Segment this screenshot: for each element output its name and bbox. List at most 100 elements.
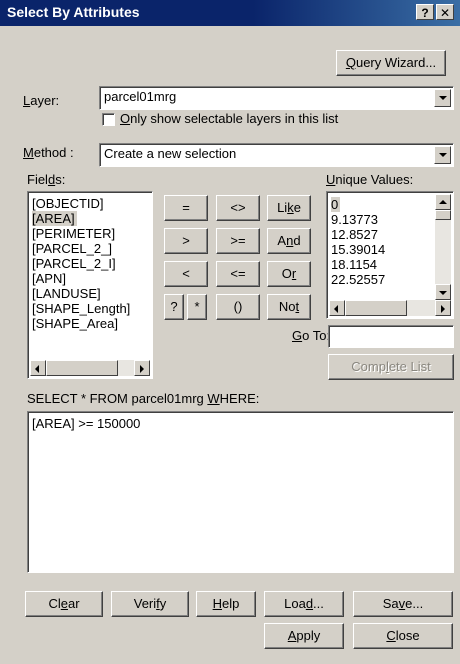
field-list-item[interactable]: [SHAPE_Area] <box>32 316 130 331</box>
query-wizard-label-post: uery Wizard... <box>355 55 437 70</box>
unique-value-item[interactable]: 15.39014 <box>331 242 385 257</box>
layer-dropdown[interactable]: parcel01mrg <box>99 86 454 110</box>
field-list-item-text: [SHAPE_Area] <box>32 316 118 331</box>
clear-accel: e <box>60 596 68 611</box>
query-wizard-button[interactable]: Query Wizard... <box>336 50 446 76</box>
clear-pre: Cl <box>48 596 61 611</box>
scroll-left-button[interactable] <box>329 300 345 316</box>
unique-values-list[interactable]: 0 9.13773 12.8527 15.39014 18.1154 22.52557 <box>326 191 454 319</box>
help-post: elp <box>222 596 240 611</box>
chevron-down-icon <box>439 96 447 100</box>
star-wildcard-button[interactable]: * <box>187 294 207 320</box>
title-bar: Select By Attributes ? ✕ <box>0 0 460 26</box>
field-list-item[interactable]: [APN] <box>32 271 130 286</box>
layer-dropdown-button[interactable] <box>434 89 451 107</box>
scroll-down-button[interactable] <box>435 284 451 300</box>
query-prefix-label: SELECT * FROM parcel01mrg WHERE: <box>27 391 259 406</box>
apply-button[interactable]: Apply <box>264 623 344 649</box>
less-than-button[interactable]: < <box>164 261 208 287</box>
unique-vscroll[interactable] <box>435 194 451 300</box>
greater-than-button[interactable]: > <box>164 228 208 254</box>
verify-button[interactable]: Verify <box>111 591 189 617</box>
unique-value-item[interactable]: 9.13773 <box>331 212 385 227</box>
field-list-item-text: [OBJECTID] <box>32 196 104 211</box>
unique-value-item[interactable]: 12.8527 <box>331 227 385 242</box>
method-label-text: ethod : <box>33 145 74 160</box>
greater-equal-button[interactable]: >= <box>216 228 260 254</box>
method-dropdown-value: Create a new selection <box>104 146 237 161</box>
and-button[interactable]: And <box>267 228 311 254</box>
not-equal-button[interactable]: <> <box>216 195 260 221</box>
field-list-item[interactable]: [AREA] <box>32 211 130 226</box>
not-button[interactable]: Not <box>267 294 311 320</box>
load-button[interactable]: Load... <box>264 591 344 617</box>
unique-scroll-thumb[interactable] <box>435 210 451 220</box>
selectable-only-accel: O <box>120 111 131 126</box>
help-title-button[interactable]: ? <box>416 4 434 20</box>
unique-values-accel: U <box>326 172 336 187</box>
method-dropdown[interactable]: Create a new selection <box>99 143 454 167</box>
like-button[interactable]: Like <box>267 195 311 221</box>
query-prefix-accel: W <box>207 391 220 406</box>
method-label-accel: M <box>23 145 34 160</box>
query-expression-box[interactable]: [AREA] >= 150000 <box>27 411 454 573</box>
complete-list-button[interactable]: Complete List <box>328 354 454 380</box>
help-button[interactable]: Help <box>196 591 256 617</box>
query-expression-text: [AREA] >= 150000 <box>32 416 141 431</box>
field-list-item[interactable]: [SHAPE_Length] <box>32 301 130 316</box>
less-equal-button[interactable]: <= <box>216 261 260 287</box>
fields-hscroll[interactable] <box>30 360 150 376</box>
method-label: Method : <box>23 145 74 160</box>
unique-value-item[interactable]: 22.52557 <box>331 272 385 287</box>
load-pre: Loa <box>284 596 306 611</box>
goto-input[interactable] <box>328 325 454 348</box>
clear-button[interactable]: Clear <box>25 591 103 617</box>
unique-value-item-text: 9.13773 <box>331 212 378 227</box>
selectable-only-label: Only show selectable layers in this list <box>120 111 338 126</box>
fields-label: Fields: <box>27 172 65 187</box>
goto-label: Go To: <box>292 328 330 343</box>
fields-list[interactable]: [OBJECTID] [AREA] [PERIMETER] [PARCEL_2_] [P… <box>27 191 153 379</box>
scroll-left-button[interactable] <box>30 360 46 376</box>
goto-accel: G <box>292 328 303 343</box>
and-pre: A <box>277 233 287 248</box>
parentheses-button[interactable]: () <box>216 294 260 320</box>
scroll-up-button[interactable] <box>435 194 451 210</box>
save-post: e... <box>405 596 424 611</box>
question-wildcard-button[interactable]: ? <box>164 294 184 320</box>
not-pre: No <box>278 299 296 314</box>
close-button[interactable]: Close <box>353 623 453 649</box>
field-list-item-text: [PARCEL_2_] <box>32 241 112 256</box>
equals-button[interactable]: = <box>164 195 208 221</box>
fields-label-pre: Fiel <box>27 172 48 187</box>
close-accel: C <box>386 628 396 643</box>
fields-scroll-thumb[interactable] <box>46 360 118 376</box>
field-list-item[interactable]: [PERIMETER] <box>32 226 130 241</box>
unique-hscroll-thumb[interactable] <box>345 300 407 316</box>
or-button[interactable]: Or <box>267 261 311 287</box>
unique-values-label: Unique Values: <box>326 172 413 187</box>
like-pre: Li <box>277 200 288 215</box>
and-post: d <box>293 233 301 248</box>
unique-value-item[interactable]: 0 <box>331 197 385 212</box>
unique-value-item[interactable]: 18.1154 <box>331 257 385 272</box>
layer-label-text: ayer: <box>30 93 60 108</box>
unique-hscroll[interactable] <box>329 300 451 316</box>
scroll-right-button[interactable] <box>134 360 150 376</box>
field-list-item[interactable]: [PARCEL_2_] <box>32 241 130 256</box>
selectable-only-text: nly show selectable layers in this list <box>130 111 339 126</box>
save-button[interactable]: Save... <box>353 591 453 617</box>
arrow-left-icon <box>334 305 338 313</box>
field-list-item-text: [PERIMETER] <box>32 226 116 241</box>
query-prefix-pre: SELECT * FROM parcel01mrg <box>27 391 208 406</box>
query-wizard-accel: Q <box>345 55 356 70</box>
field-list-item[interactable]: [OBJECTID] <box>32 196 130 211</box>
method-dropdown-button[interactable] <box>434 146 451 164</box>
load-accel: d <box>305 596 314 611</box>
field-list-item[interactable]: [LANDUSE] <box>32 286 130 301</box>
selectable-only-checkbox[interactable] <box>102 113 115 126</box>
close-title-button[interactable]: ✕ <box>436 4 454 20</box>
field-list-item[interactable]: [PARCEL_2_I] <box>32 256 130 271</box>
complete-list-pre: Comp <box>351 359 386 374</box>
scroll-right-button[interactable] <box>435 300 451 316</box>
